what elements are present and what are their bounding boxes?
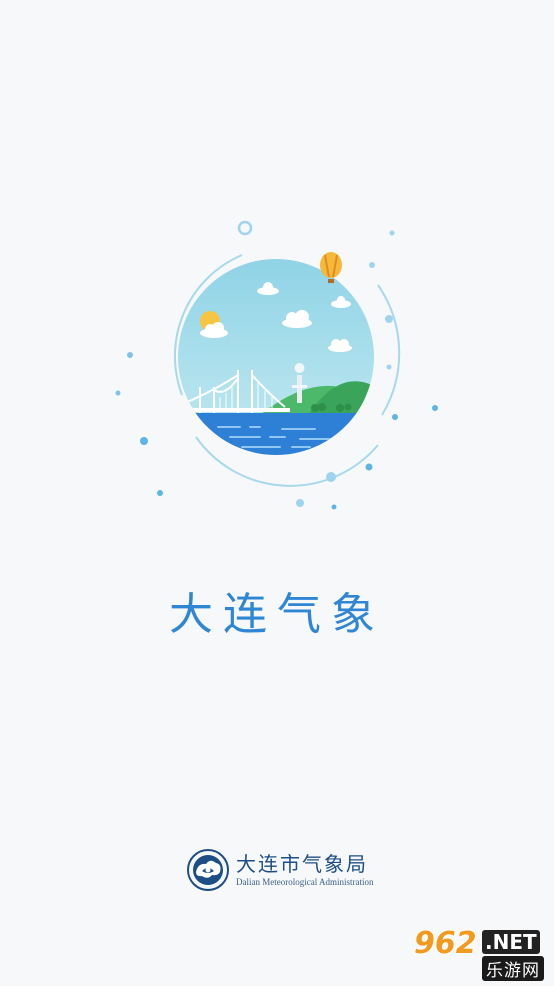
splash-illustration [115,220,438,510]
site-watermark: 962 .NET 乐游网 [410,924,550,982]
decor-dot [432,405,438,411]
decor-dot [296,499,304,507]
decor-arc-right [377,284,401,416]
watermark-number: 962 [414,926,477,961]
decor-dot [386,364,392,370]
watermark-domain: .NET [482,930,540,954]
decor-ring-dot [237,220,253,236]
decor-dot [326,472,336,482]
decor-dot [392,414,398,420]
radar-tower-icon [297,375,302,403]
decor-dot [385,315,393,323]
watermark-site-name: 乐游网 [482,956,544,981]
org-name-english: Dalian Meteorological Administration [236,877,374,887]
decor-dot [127,352,133,358]
decor-dot [365,463,373,471]
decor-dot [331,504,337,510]
decor-dot [140,437,148,445]
scene-circle [178,259,374,455]
decor-dot [389,230,395,236]
decor-dot [369,262,375,268]
org-branding: 大连市气象局 Dalian Meteorological Administrat… [186,846,373,894]
meteorological-cloud-emblem-icon [187,849,229,891]
org-text: 大连市气象局 Dalian Meteorological Administrat… [236,852,373,888]
decor-dot [157,490,163,496]
app-title: 大连气象 [169,589,385,640]
org-name: 大连市气象局 [236,852,368,876]
decor-dot [115,390,121,396]
